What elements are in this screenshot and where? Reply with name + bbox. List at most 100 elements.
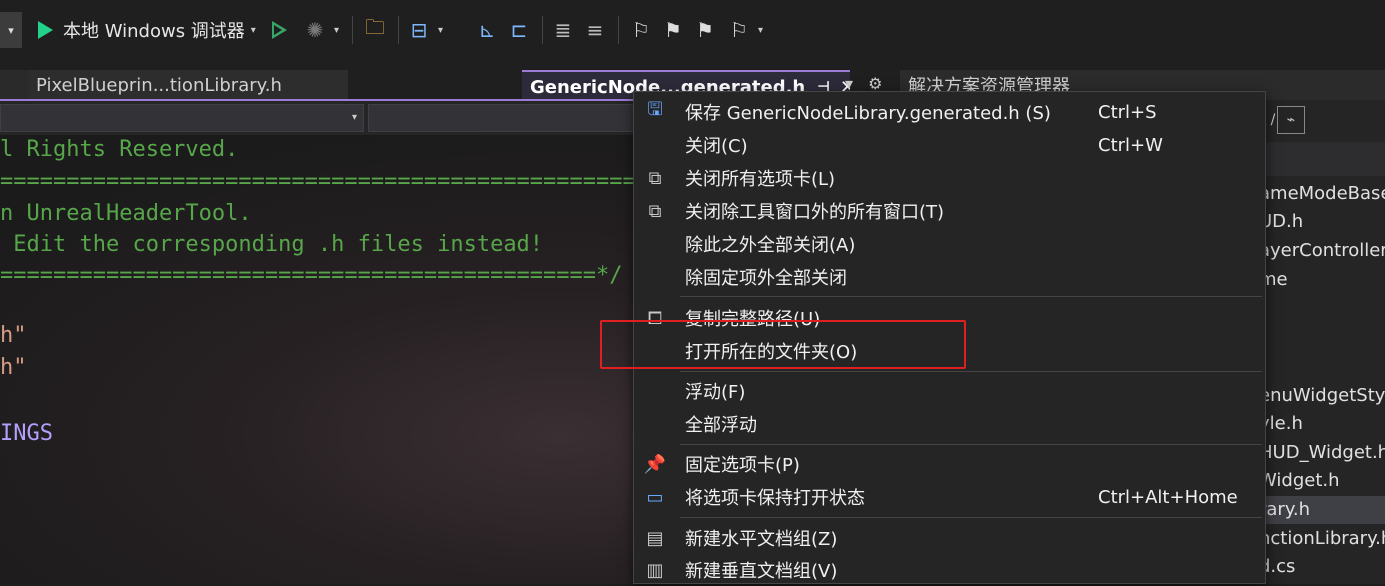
menu-item-pin-tab[interactable]: 📌 固定选项卡(P) [634, 448, 1265, 480]
start-debugging-button[interactable]: 本地 Windows 调试器 ▾ [38, 12, 256, 48]
save-icon: 🖫 [647, 99, 663, 120]
comment-button[interactable]: ≣ [550, 12, 576, 48]
code-line: n UnrealHeaderTool. [0, 201, 252, 226]
play-outline-icon [272, 21, 287, 39]
toolbar-separator [352, 16, 353, 44]
menu-item-close-all-but-this[interactable]: 除此之外全部关闭(A) [634, 228, 1265, 260]
uncomment-button[interactable]: ≡ [582, 12, 608, 48]
bookmark-next-icon: ⚑ [696, 18, 714, 42]
vertical-group-icon: ▥ [646, 559, 664, 581]
solution-item[interactable]: Widget.h [1255, 467, 1385, 495]
clear-bookmarks-button[interactable]: ⚐ ▾ [726, 12, 763, 48]
menu-item-label: 除此之外全部关闭(A) [685, 235, 856, 256]
menu-item-label: 新建水平文档组(Z) [685, 529, 838, 550]
menu-item-label: 关闭所有选项卡(L) [685, 169, 836, 190]
chevron-down-icon[interactable]: ▾ [438, 25, 443, 36]
chevron-down-icon[interactable]: ▾ [251, 25, 256, 36]
menu-separator [680, 444, 1262, 445]
window-layout-icon: ⊟ [410, 18, 428, 42]
menu-item-float-all[interactable]: 全部浮动 [634, 408, 1265, 440]
menu-item-keep-tab-open[interactable]: ▭ 将选项卡保持打开状态 Ctrl+Alt+Home [634, 481, 1265, 513]
close-windows-icon: ⧉ [648, 200, 662, 222]
scope-dropdown[interactable] [368, 104, 634, 132]
menu-item-new-vertical-group[interactable]: ▥ 新建垂直文档组(V) [634, 554, 1265, 586]
menu-item-new-horizontal-group[interactable]: ▤ 新建水平文档组(Z) [634, 522, 1265, 554]
solution-item[interactable]: enuWidgetSty [1255, 382, 1385, 410]
run-target-label: 本地 Windows 调试器 [63, 21, 245, 42]
start-without-debugging-button[interactable] [272, 12, 287, 48]
menu-item-shortcut: Ctrl+S [1098, 101, 1157, 123]
code-line: INGS [0, 421, 53, 446]
toolbar: ▾ 本地 Windows 调试器 ▾ ✺ ▾ 🗀 ⊟ ▾ ⊾ ⊏ ≣ ≡ ⚐ ⚑… [0, 0, 1385, 62]
menu-item-label: 保存 GenericNodeLibrary.generated.h (S) [685, 103, 1051, 124]
keep-open-icon: ▭ [646, 486, 664, 508]
previous-bookmark-button[interactable]: ⚑ [660, 12, 686, 48]
layout-button[interactable]: ⊟ ▾ [406, 12, 443, 48]
menu-item-float[interactable]: 浮动(F) [634, 375, 1265, 407]
solution-search-bar[interactable] [1255, 142, 1385, 176]
comment-lines-icon: ≣ [554, 18, 572, 42]
menu-item-close-all-but-pinned[interactable]: 除固定项外全部关闭 [634, 261, 1265, 293]
toolbar-separator [398, 16, 399, 44]
next-bookmark-button[interactable]: ⚑ [692, 12, 718, 48]
menu-item-label: 关闭除工具窗口外的所有窗口(T) [685, 202, 945, 223]
menu-item-shortcut: Ctrl+Alt+Home [1098, 486, 1238, 508]
play-icon [38, 21, 53, 39]
menu-item-close-all-tabs[interactable]: ⧉ 关闭所有选项卡(L) [634, 162, 1265, 194]
code-line: ========================================… [0, 169, 663, 194]
bracket-icon: ⊏ [510, 18, 528, 42]
chevron-down-icon: ▾ [351, 112, 357, 123]
step-button[interactable]: ⊾ [474, 12, 500, 48]
solution-item[interactable]: me [1255, 266, 1385, 294]
open-folder-button[interactable]: 🗀 [362, 12, 388, 48]
solution-item[interactable]: ameModeBase [1255, 180, 1385, 208]
menu-item-shortcut: Ctrl+W [1098, 134, 1163, 156]
code-line: h" [0, 323, 27, 348]
menu-item-close[interactable]: 关闭(C) Ctrl+W [634, 129, 1265, 161]
code-line: Edit the corresponding .h files instead! [0, 232, 544, 257]
bookmark-clear-icon: ⚐ [730, 18, 748, 42]
menu-item-label: 固定选项卡(P) [685, 455, 800, 476]
tab-label: PixelBlueprin...tionLibrary.h [36, 74, 282, 96]
hot-reload-button[interactable]: ✺ ▾ [302, 12, 339, 48]
bookmark-icon: ⚐ [632, 18, 650, 42]
solution-item-selected[interactable]: rary.h [1255, 496, 1385, 524]
project-dropdown[interactable]: ▾ [0, 104, 364, 132]
menu-item-label: 关闭(C) [685, 136, 748, 157]
solution-explorer-panel: / ⌁ ameModeBase UD.h ayerController me e… [1255, 100, 1385, 584]
menu-item-label: 将选项卡保持打开状态 [685, 488, 865, 509]
folder-search-icon: 🗀 [365, 15, 385, 39]
preview-selected-items-icon[interactable]: ⌁ [1277, 106, 1305, 134]
solution-item[interactable]: d.cs [1255, 553, 1385, 581]
close-all-tabs-icon: ⧉ [648, 167, 662, 189]
solution-item[interactable]: UD.h [1255, 208, 1385, 236]
code-line: ========================================… [0, 263, 623, 288]
uncomment-lines-icon: ≡ [586, 18, 604, 42]
menu-separator [680, 296, 1262, 297]
solution-item[interactable]: yle.h [1255, 410, 1385, 438]
menu-separator [680, 517, 1262, 518]
config-dropdown-arrow[interactable]: ▾ [0, 12, 22, 48]
menu-item-label: 浮动(F) [685, 382, 746, 403]
bookmark-prev-icon: ⚑ [664, 18, 682, 42]
menu-separator [680, 371, 1262, 372]
menu-item-label: 全部浮动 [685, 415, 757, 436]
flame-icon: ✺ [306, 18, 324, 42]
step-icon: ⊾ [478, 18, 496, 42]
menu-item-save[interactable]: 🖫 保存 GenericNodeLibrary.generated.h (S) … [634, 96, 1265, 128]
solution-item[interactable]: ayerController [1255, 237, 1385, 265]
step-over-button[interactable]: ⊏ [506, 12, 532, 48]
code-line: h" [0, 355, 27, 380]
solution-item[interactable]: HUD_Widget.h [1255, 439, 1385, 467]
toolbar-separator [542, 16, 543, 44]
horizontal-group-icon: ▤ [646, 527, 664, 549]
chevron-down-icon[interactable]: ▾ [334, 25, 339, 36]
solution-item[interactable]: nctionLibrary.h [1255, 525, 1385, 553]
chevron-down-icon[interactable]: ▾ [758, 25, 763, 36]
pin-icon: 📌 [643, 453, 667, 475]
tab-pixel-blueprint-library[interactable]: PixelBlueprin...tionLibrary.h [28, 70, 348, 100]
menu-item-label: 除固定项外全部关闭 [685, 268, 847, 289]
code-line: l Rights Reserved. [0, 137, 239, 162]
toggle-bookmark-button[interactable]: ⚐ [628, 12, 654, 48]
menu-item-close-all-but-tool-windows[interactable]: ⧉ 关闭除工具窗口外的所有窗口(T) [634, 195, 1265, 227]
